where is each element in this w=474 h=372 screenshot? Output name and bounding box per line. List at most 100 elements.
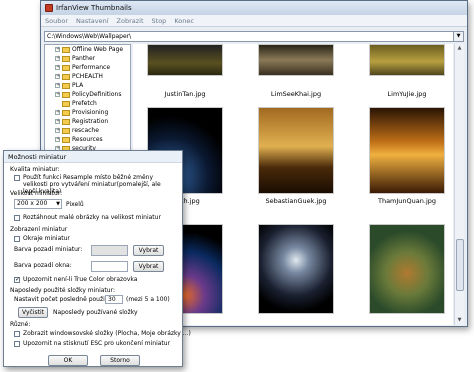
enlarge-label: Roztáhnout malé obrázky na velikost mini… [23,214,161,221]
truecolor-label: Upozornit není-li True Color obrazovka [23,276,138,283]
thumbnail-caption: SebastianGuek.jpg [265,197,327,205]
menu-nastaveni[interactable]: Nastavení [76,17,109,25]
menu-soubor[interactable]: Soubor [45,17,68,25]
thumbnail-caption: LimSeeKhai.jpg [270,90,322,98]
thumbnail[interactable] [369,224,445,314]
thumbnail[interactable] [258,44,334,76]
bgcolor-label: Barva pozadí miniatur: [14,246,83,253]
vertical-scrollbar[interactable]: ▲ ▼ [454,44,464,325]
window-title: IrfanView Thumbnails [56,4,132,12]
expand-icon[interactable]: + [55,74,60,79]
tree-item[interactable]: + PCHEALTH [45,72,130,81]
thumbnail[interactable] [258,107,334,194]
recent-count-input[interactable]: 30 [105,295,123,304]
expand-icon [55,101,60,106]
tree-item-label: PCHEALTH [72,73,103,80]
size-heading: Velikost miniatur: [10,190,63,197]
menu-bar: Soubor Nastavení Zobrazit Stop Konec [41,15,467,27]
recent-count-label: Nastavit počet posledně použitých: [14,296,120,303]
wincolor-swatch [91,261,128,272]
expand-icon[interactable]: + [55,128,60,133]
quality-heading: Kvalita miniatur: [10,166,60,173]
esc-label: Upozornit na stisknutí ESC pro ukončení … [23,340,171,347]
thumbnail[interactable] [369,107,445,194]
tree-item[interactable]: + PLA [45,81,130,90]
tree-item[interactable]: + Resources [45,135,130,144]
expand-icon[interactable]: + [55,56,60,61]
misc-heading: Různé: [10,321,31,328]
tree-item[interactable]: + Provisioning [45,108,130,117]
truecolor-checkbox[interactable]: ✓ [14,277,20,283]
expand-icon[interactable]: + [55,47,60,52]
tree-item[interactable]: + Offline Web Page [45,45,130,54]
folder-icon [62,136,70,143]
tree-item[interactable]: + Performance [45,63,130,72]
irfanview-icon [45,4,53,12]
expand-icon[interactable]: + [55,65,60,70]
folder-icon [62,109,70,116]
dialog-body: Kvalita miniatur: Použít funkci Resample… [4,163,191,366]
expand-icon[interactable]: + [55,110,60,115]
tree-item[interactable]: + rescache [45,126,130,135]
tree-item[interactable]: Prefetch [45,99,130,108]
path-combobox[interactable]: C:\Windows\Web\Wallpaper\ ▼ [44,31,464,42]
expand-icon[interactable]: + [55,83,60,88]
thumbnail-caption: JustinTan.jpg [164,90,206,98]
menu-konec[interactable]: Konec [174,17,194,25]
tree-item-label: Panther [72,55,96,62]
recent-range-hint: (mezi 5 a 100) [126,296,170,303]
chevron-down-icon[interactable]: ▼ [453,32,463,41]
thumbnail-caption: ThamJunQuan.jpg [377,197,437,205]
tree-item[interactable]: + Registration [45,117,130,126]
wincolor-choose-button[interactable]: Vybrat [133,261,164,272]
bgcolor-swatch [91,245,128,256]
title-bar[interactable]: IrfanView Thumbnails [41,1,467,15]
tree-item-label: Performance [72,64,111,71]
thumbnail[interactable] [147,44,223,76]
clear-recent-button[interactable]: Vyčistit [18,307,48,318]
enlarge-checkbox[interactable] [14,215,20,221]
frame-checkbox[interactable] [14,236,20,242]
tree-item-label: rescache [72,127,99,134]
dialog-title[interactable]: Možnosti miniatur [4,151,182,163]
thumbnail[interactable] [258,224,334,314]
resample-checkbox[interactable] [14,175,20,181]
folder-icon [62,127,70,134]
tree-item[interactable]: + PolicyDefinitions [45,90,130,99]
tree-item-label: Offline Web Page [72,46,124,53]
tree-item-label: PolicyDefinitions [72,91,122,98]
scroll-up-icon[interactable]: ▲ [455,44,464,53]
folder-icon [62,73,70,80]
tree-item-label: Prefetch [72,100,97,107]
thumbnail-options-dialog: Možnosti miniatur Kvalita miniatur: Použ… [3,150,191,367]
winfolders-checkbox[interactable] [14,331,20,337]
ok-button[interactable]: OK [48,355,88,366]
folder-tree[interactable]: + Offline Web Page + Panther + Performance … [44,44,131,154]
expand-icon[interactable]: + [55,119,60,124]
winfolders-label: Zobrazit windowsovské složky (Plocha, Mo… [23,330,191,337]
display-heading: Zobrazení miniatur [10,226,68,233]
expand-icon[interactable]: + [55,137,60,142]
folder-icon [62,46,70,53]
frame-label: Okraje miniatur [23,235,70,242]
chevron-down-icon: ▼ [56,201,60,207]
esc-checkbox[interactable] [14,341,20,347]
tree-item[interactable]: + Panther [45,54,130,63]
scrollbar-thumb[interactable] [456,239,464,291]
tree-item-label: Resources [72,136,103,143]
folder-icon [62,100,70,107]
cancel-button[interactable]: Storno [100,355,140,366]
size-select[interactable]: 200 x 200 ▼ [14,199,62,209]
expand-icon[interactable]: + [55,92,60,97]
menu-zobrazit[interactable]: Zobrazit [117,17,144,25]
wincolor-label: Barva pozadí okna: [14,262,72,269]
scroll-down-icon[interactable]: ▼ [455,316,464,325]
recent-folders-label: Naposledy používané složky [53,309,138,316]
thumbnail[interactable] [369,44,445,76]
folder-icon [62,82,70,89]
menu-stop[interactable]: Stop [152,17,167,25]
folder-icon [62,55,70,62]
size-value: 200 x 200 [17,200,48,207]
path-text: C:\Windows\Web\Wallpaper\ [47,33,132,40]
bgcolor-choose-button[interactable]: Vybrat [133,245,164,256]
